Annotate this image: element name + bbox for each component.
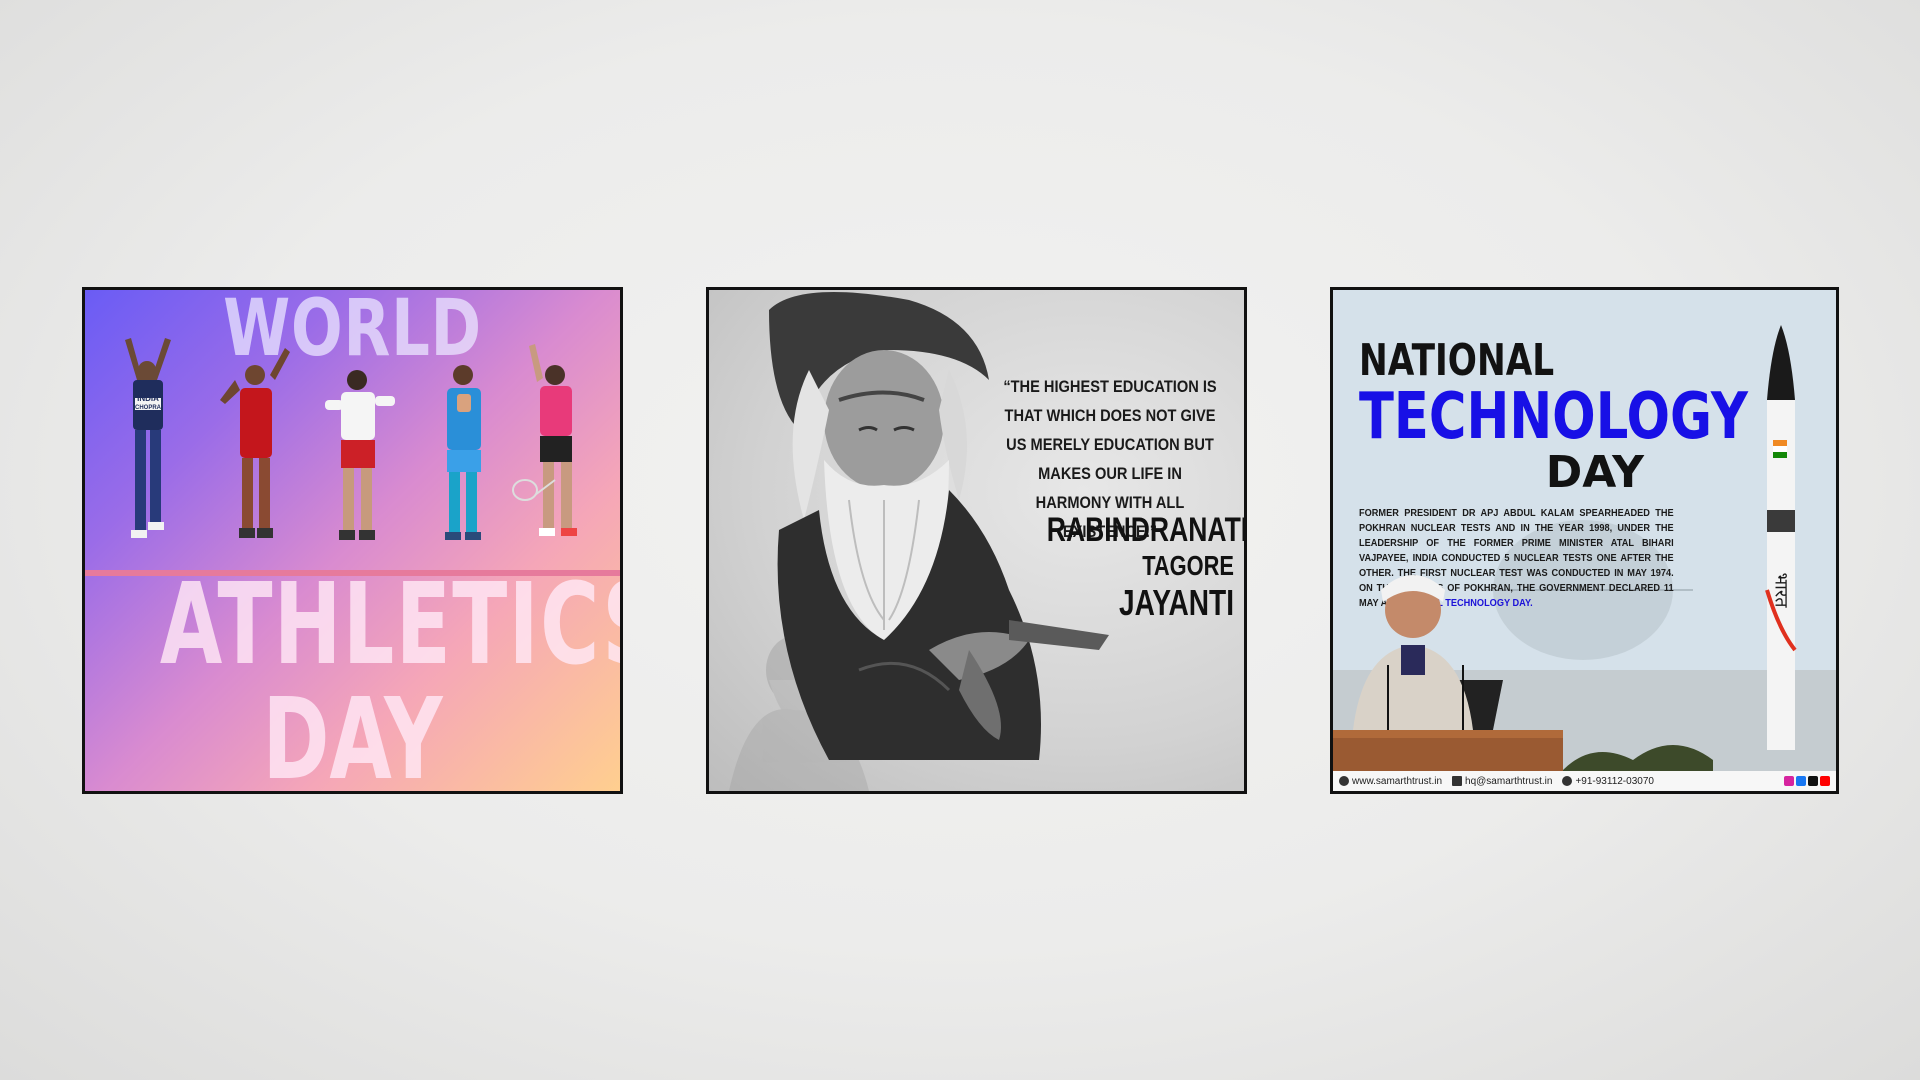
- national-technology-day-card[interactable]: NATIONAL TECHNOLOGY DAY FORMER PRESIDENT…: [1330, 287, 1839, 794]
- slide-canvas: WORLD INDIA CHOPRA ATHLETICS DAY “THE HI…: [0, 0, 1920, 1080]
- email-text: hq@samarthtrust.in: [1465, 775, 1553, 787]
- athlete-figure: [445, 365, 481, 540]
- athlete-figure: [325, 370, 395, 540]
- facebook-icon[interactable]: [1796, 776, 1806, 786]
- globe-icon: [1339, 775, 1349, 786]
- phone-link[interactable]: +91-93112-03070: [1562, 776, 1654, 787]
- youtube-icon[interactable]: [1820, 776, 1830, 786]
- x-icon[interactable]: [1808, 776, 1818, 786]
- tagore-jayanti-card[interactable]: “THE HIGHEST EDUCATION IS THAT WHICH DOE…: [706, 287, 1247, 794]
- athlete-bib-name: CHOPRA: [135, 405, 162, 411]
- mail-icon: [1452, 775, 1463, 786]
- title-line-rabindranath: RABINDRANATH: [1046, 511, 1247, 549]
- kalam-missile-illustration: भारत: [1333, 325, 1797, 775]
- card-title-day: DAY: [262, 675, 443, 794]
- website-text: www.samarthtrust.in: [1352, 775, 1443, 787]
- card-title-athletics: ATHLETICS: [159, 560, 623, 690]
- athlete-figure: [220, 348, 290, 538]
- athlete-bib-country: INDIA: [137, 394, 159, 403]
- email-link[interactable]: hq@samarthtrust.in: [1452, 776, 1552, 787]
- athlete-figure: [125, 338, 171, 538]
- website-link[interactable]: www.samarthtrust.in: [1339, 776, 1442, 787]
- instagram-icon[interactable]: [1784, 776, 1794, 786]
- phone-text: +91-93112-03070: [1575, 775, 1654, 787]
- tagore-jayanti-title: RABINDRANATH TAGORE JAYANTI: [1046, 510, 1247, 624]
- contact-footer: www.samarthtrust.in hq@samarthtrust.in +…: [1333, 771, 1836, 791]
- athlete-figure: [512, 344, 577, 536]
- phone-icon: [1562, 775, 1573, 786]
- title-word-tagore: TAGORE: [1142, 550, 1234, 581]
- missile: [1765, 325, 1797, 750]
- missile-text: भारत: [1771, 573, 1792, 609]
- social-icons: [1784, 776, 1830, 786]
- world-athletics-day-card[interactable]: WORLD INDIA CHOPRA ATHLETICS DAY: [82, 287, 623, 794]
- title-word-jayanti: JAYANTI: [1119, 582, 1234, 623]
